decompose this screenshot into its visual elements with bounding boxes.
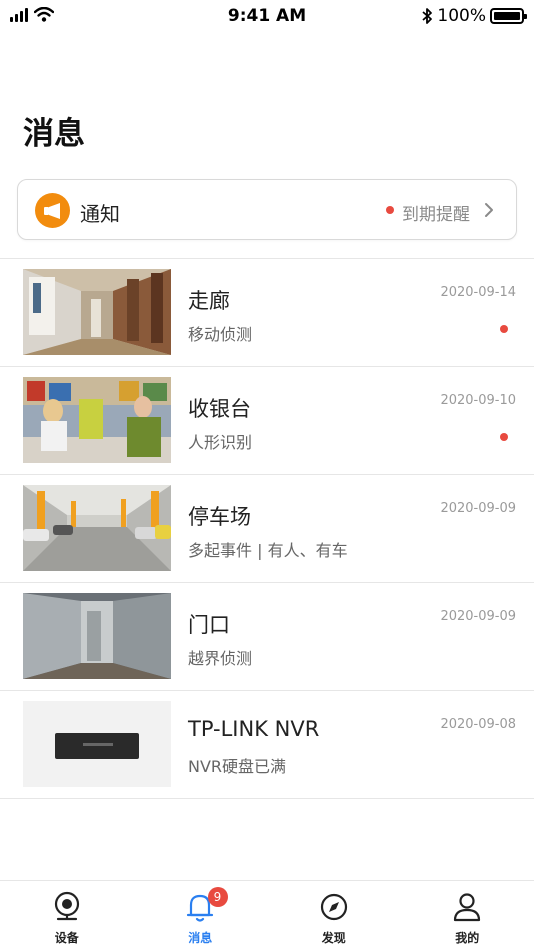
- message-title: 走廊: [188, 289, 230, 313]
- tab-label: 设备: [54, 931, 79, 945]
- notice-unread-dot: [386, 206, 394, 214]
- corridor-thumbnail: [23, 269, 171, 355]
- page-title: 消息: [23, 116, 85, 152]
- message-date: 2020-09-09: [440, 501, 516, 516]
- chevron-right-icon: [485, 203, 493, 217]
- notice-remind-text: 到期提醒: [402, 205, 470, 225]
- notice-label: 通知: [80, 202, 120, 226]
- user-icon: [454, 893, 481, 922]
- message-date: 2020-09-10: [440, 393, 516, 408]
- megaphone-icon: [35, 193, 70, 228]
- battery-percent: 100%: [437, 6, 486, 26]
- message-row-doorway[interactable]: 门口 越界侦测 2020-09-09: [0, 583, 534, 691]
- message-subtitle: NVR硬盘已满: [188, 757, 287, 776]
- message-title: TP-LINK NVR: [188, 717, 320, 741]
- tab-label: 发现: [321, 931, 346, 945]
- unread-dot: [500, 433, 508, 441]
- parking-thumbnail: [23, 485, 171, 571]
- camera-icon: [54, 891, 79, 921]
- message-title: 收银台: [188, 397, 251, 421]
- message-date: 2020-09-14: [440, 285, 516, 300]
- message-row-checkout[interactable]: 收银台 人形识别 2020-09-10: [0, 367, 534, 475]
- message-date: 2020-09-09: [440, 609, 516, 624]
- message-row-parking[interactable]: 停车场 多起事件 | 有人、有车 2020-09-09: [0, 475, 534, 583]
- tab-label: 消息: [188, 931, 213, 945]
- nvr-device-thumbnail: [23, 701, 171, 787]
- compass-icon: [320, 893, 347, 921]
- message-date: 2020-09-08: [440, 717, 516, 732]
- message-list: 走廊 移动侦测 2020-09-14 收银台 人形识别 2020-09-10 停…: [0, 259, 534, 799]
- tab-profile[interactable]: 我的: [401, 881, 534, 950]
- battery-icon: [490, 8, 527, 24]
- message-subtitle: 多起事件 | 有人、有车: [188, 541, 348, 560]
- tab-label: 我的: [455, 931, 480, 945]
- doorway-thumbnail: [23, 593, 171, 679]
- unread-count-badge: 9: [207, 887, 228, 907]
- message-subtitle: 人形识别: [188, 433, 253, 452]
- unread-dot: [500, 325, 508, 333]
- tab-discover[interactable]: 发现: [267, 881, 401, 950]
- bluetooth-icon: [422, 8, 433, 24]
- tab-devices[interactable]: 设备: [0, 881, 134, 950]
- message-title: 门口: [188, 613, 230, 637]
- checkout-thumbnail: [23, 377, 171, 463]
- message-subtitle: 越界侦测: [188, 649, 253, 668]
- status-bar-right: 100%: [421, 6, 527, 26]
- tab-bar: 设备 9 消息 发现 我的: [0, 880, 534, 950]
- message-row-nvr[interactable]: TP-LINK NVR NVR硬盘已满 2020-09-08: [0, 691, 534, 799]
- message-subtitle: 移动侦测: [188, 325, 253, 344]
- notice-card[interactable]: 通知 到期提醒: [17, 179, 517, 240]
- tab-messages[interactable]: 9 消息: [134, 881, 268, 950]
- status-bar: 9:41 AM 100%: [0, 0, 534, 32]
- message-row-corridor[interactable]: 走廊 移动侦测 2020-09-14: [0, 259, 534, 367]
- message-title: 停车场: [188, 505, 251, 529]
